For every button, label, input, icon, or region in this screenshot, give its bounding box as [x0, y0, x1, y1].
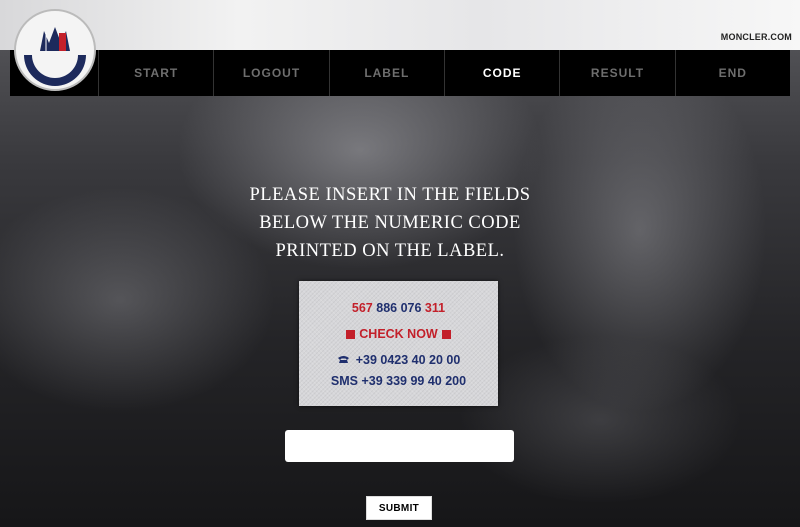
code-part-2: 886 076 [376, 301, 422, 315]
instruction-line-2: BELOW THE NUMERIC CODE [259, 213, 521, 233]
moncler-logo-icon [18, 13, 92, 87]
tab-end[interactable]: END [676, 50, 790, 96]
label-sample-image: 567 886 076 311 CHECK NOW +39 0423 40 20… [299, 281, 498, 406]
square-bullet-icon [441, 330, 451, 339]
tab-start[interactable]: START [99, 50, 215, 96]
check-now-text: CHECK NOW [359, 327, 438, 341]
square-bullet-icon [346, 330, 356, 339]
code-part-3: 311 [424, 301, 446, 315]
code-part-1: 567 [351, 301, 373, 315]
phone-icon [337, 353, 350, 367]
sms-line: SMS +39 339 99 40 200 [330, 374, 467, 388]
code-input[interactable] [285, 430, 514, 462]
instruction-line-1: PLEASE INSERT IN THE FIELDS [249, 185, 531, 205]
label-code: 567 886 076 311 [299, 301, 498, 315]
nav-bar: START LOGOUT LABEL CODE RESULT END [10, 50, 790, 96]
tab-code[interactable]: CODE [445, 50, 561, 96]
phone-number: +39 0423 40 20 00 [355, 353, 461, 367]
tab-logout[interactable]: LOGOUT [214, 50, 330, 96]
instruction-text: PLEASE INSERT IN THE FIELDS BELOW THE NU… [180, 181, 600, 265]
submit-button[interactable]: SUBMIT [366, 496, 432, 520]
moncler-logo[interactable] [14, 9, 96, 91]
tab-result[interactable]: RESULT [560, 50, 676, 96]
top-band [0, 0, 800, 50]
tab-label[interactable]: LABEL [330, 50, 445, 96]
moncler-site-link[interactable]: MONCLER.COM [721, 32, 792, 42]
instruction-line-3: PRINTED ON THE LABEL. [275, 241, 505, 261]
phone-line: +39 0423 40 20 00 [299, 353, 498, 367]
check-now-line: CHECK NOW [299, 327, 498, 341]
